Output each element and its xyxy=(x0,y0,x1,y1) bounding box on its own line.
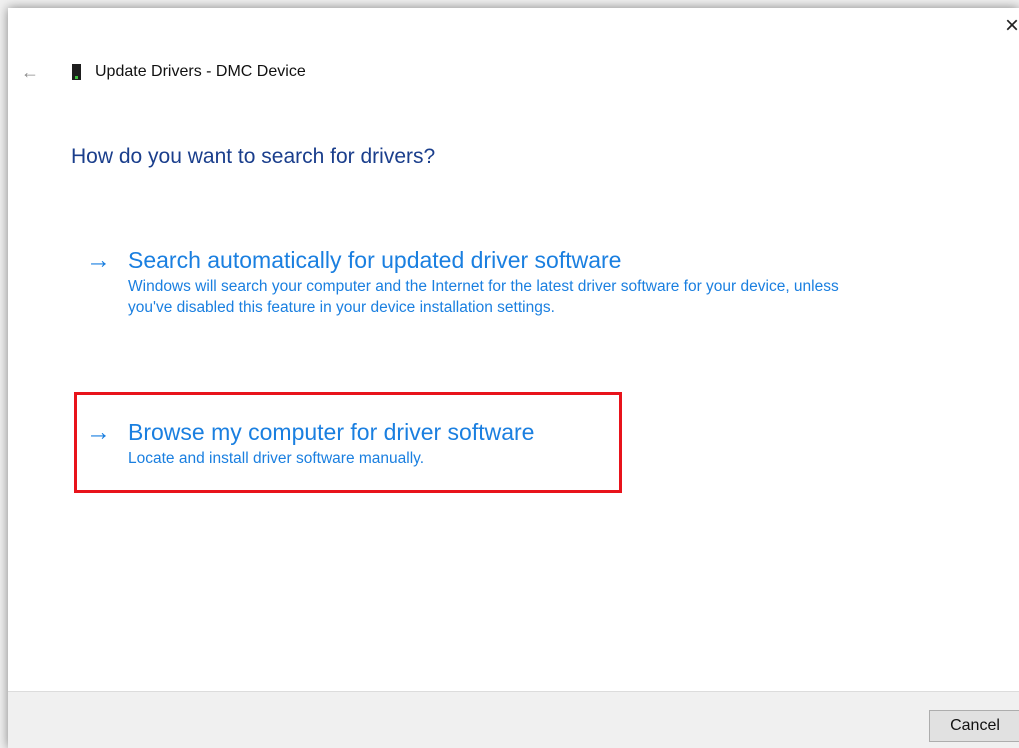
dialog-header: ← Update Drivers - DMC Device xyxy=(20,60,306,84)
update-drivers-dialog: × ← Update Drivers - DMC Device How do y… xyxy=(8,8,1019,748)
dialog-footer: Cancel xyxy=(8,691,1019,748)
page-heading: How do you want to search for drivers? xyxy=(71,145,436,168)
arrow-right-icon: → xyxy=(86,246,111,274)
option-title: Browse my computer for driver software xyxy=(128,419,535,445)
close-icon[interactable]: × xyxy=(999,14,1019,40)
cancel-button[interactable]: Cancel xyxy=(929,710,1019,742)
option-description: Locate and install driver software manua… xyxy=(128,450,425,467)
option-description: Windows will search your computer and th… xyxy=(128,278,839,316)
dialog-title: Update Drivers - DMC Device xyxy=(95,63,306,80)
option-title: Search automatically for updated driver … xyxy=(128,247,622,273)
search-automatically-option[interactable]: → Search automatically for updated drive… xyxy=(86,246,886,318)
arrow-right-icon: → xyxy=(86,418,111,446)
browse-my-computer-option[interactable]: → Browse my computer for driver software… xyxy=(86,418,646,469)
back-arrow-icon[interactable]: ← xyxy=(20,62,40,82)
device-icon xyxy=(72,64,81,80)
